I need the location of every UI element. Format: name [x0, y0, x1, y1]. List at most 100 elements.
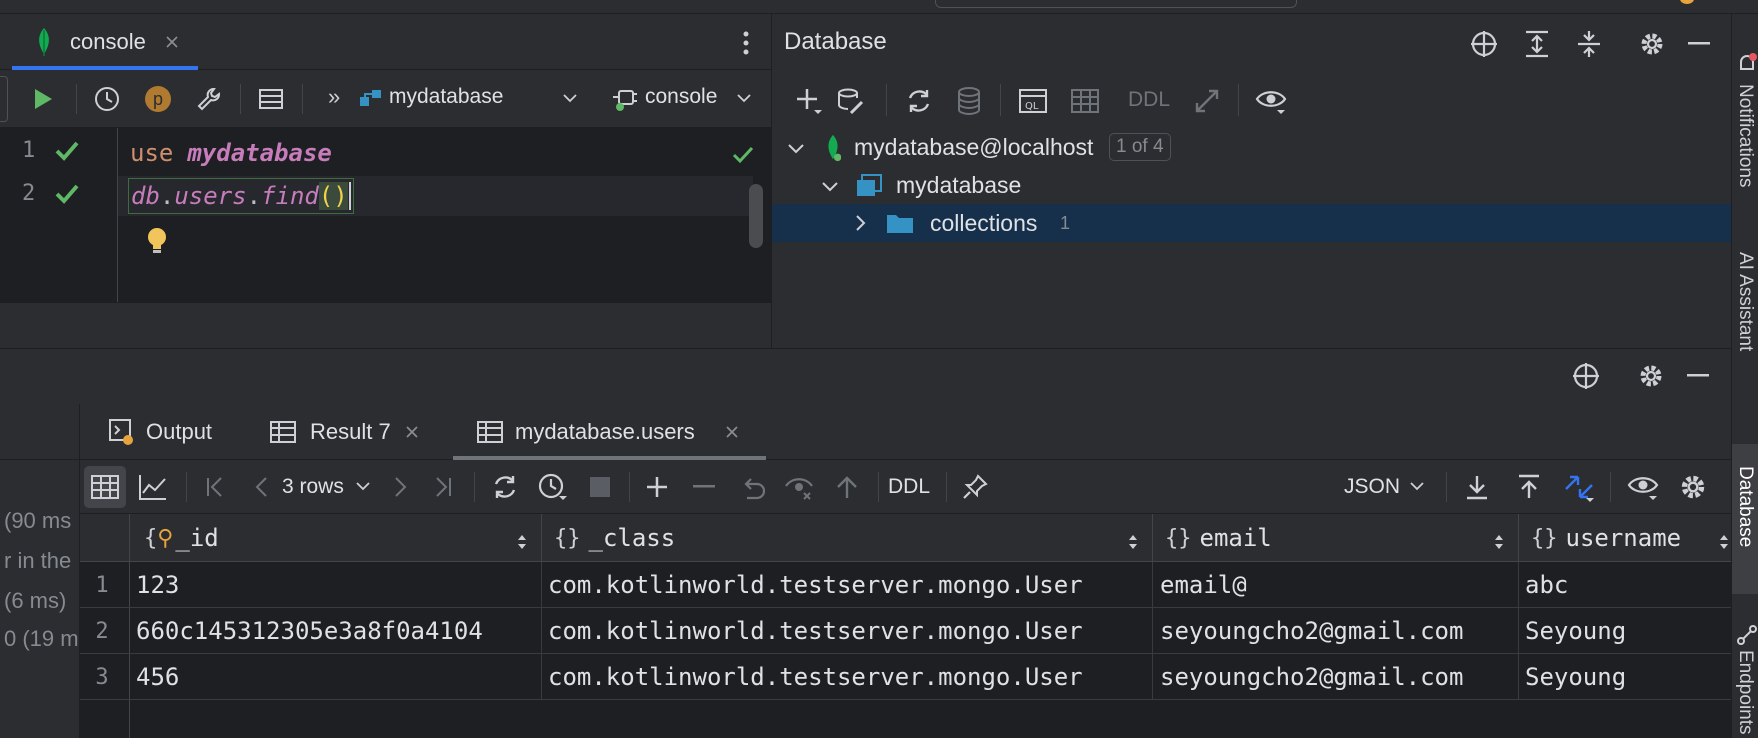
- run-icon[interactable]: [28, 84, 58, 114]
- chevron-down-icon[interactable]: [353, 476, 373, 496]
- column-header-label: username: [1565, 524, 1682, 552]
- sort-icon[interactable]: [1719, 529, 1729, 557]
- cell-id[interactable]: 123: [136, 562, 536, 608]
- cell-username[interactable]: Seyoung: [1525, 608, 1725, 654]
- upload-icon[interactable]: [1512, 470, 1546, 504]
- output-icon: [106, 416, 136, 448]
- refresh-icon[interactable]: [902, 84, 936, 118]
- table-view-icon[interactable]: [84, 466, 126, 508]
- dot: .: [159, 182, 175, 210]
- profile-icon[interactable]: p: [143, 84, 173, 114]
- editor-scrollbar[interactable]: [749, 184, 763, 248]
- tab-result-7[interactable]: Result 7: [266, 404, 446, 460]
- compare-icon[interactable]: [1562, 470, 1596, 504]
- search-field-edge[interactable]: [935, 0, 1297, 8]
- ai-assistant-label: AI Assistant: [1735, 252, 1756, 352]
- column-header-username[interactable]: {} username: [1519, 514, 1731, 562]
- table-icon: [475, 418, 505, 446]
- cell-class[interactable]: com.kotlinworld.testserver.mongo.User: [548, 562, 1148, 608]
- chevron-right-icon[interactable]: [848, 211, 872, 235]
- table-layout-icon[interactable]: [256, 84, 286, 114]
- tab-mydatabase-users[interactable]: mydatabase.users: [453, 404, 766, 460]
- data-source-properties-icon[interactable]: [834, 84, 868, 118]
- chevron-down-icon[interactable]: [818, 174, 842, 198]
- cell-class[interactable]: com.kotlinworld.testserver.mongo.User: [548, 608, 1148, 654]
- keyword-use: use: [130, 139, 174, 167]
- history-icon[interactable]: [535, 470, 569, 504]
- sort-icon[interactable]: [1128, 529, 1138, 557]
- wrench-icon[interactable]: [194, 84, 224, 114]
- database-selector[interactable]: mydatabase: [389, 85, 503, 109]
- inspection-ok-icon[interactable]: [728, 140, 758, 170]
- add-icon[interactable]: [792, 84, 826, 118]
- lightbulb-icon[interactable]: [142, 224, 172, 258]
- cell-id[interactable]: 660c145312305e3a8f0a4104: [136, 608, 536, 654]
- chevron-down-icon[interactable]: [734, 88, 754, 108]
- column-header-id[interactable]: {⚲ _id: [130, 514, 542, 562]
- tab-console[interactable]: console: [12, 14, 198, 70]
- cell-username[interactable]: Seyoung: [1525, 654, 1725, 700]
- chart-view-icon[interactable]: [136, 470, 170, 504]
- more-vertical-icon[interactable]: [734, 28, 758, 58]
- close-icon[interactable]: [722, 422, 742, 442]
- column-header-class[interactable]: {} _class: [542, 514, 1153, 562]
- cell-email[interactable]: seyoungcho2@gmail.com: [1160, 654, 1515, 700]
- sort-icon[interactable]: [1494, 529, 1504, 557]
- collapse-all-icon[interactable]: [1572, 27, 1606, 61]
- query-console-icon[interactable]: QL: [1016, 84, 1050, 118]
- ai-assistant-strip-button[interactable]: AI Assistant: [1732, 252, 1758, 422]
- notifications-strip-button[interactable]: Notifications: [1732, 36, 1758, 236]
- database-label: mydatabase: [896, 172, 1022, 198]
- code-editor[interactable]: 1 2 use mydatabase db . users . find (): [0, 128, 771, 302]
- tree-node-collections[interactable]: collections 1: [772, 204, 1732, 242]
- database-strip-label: Database: [1735, 466, 1756, 548]
- history-icon[interactable]: [92, 84, 122, 114]
- eye-icon[interactable]: [1254, 84, 1288, 118]
- pin-icon[interactable]: [958, 470, 992, 504]
- minimize-icon[interactable]: [1681, 359, 1715, 393]
- ddl-button[interactable]: DDL: [888, 475, 930, 499]
- eye-icon[interactable]: [1626, 470, 1660, 504]
- tab-output[interactable]: Output: [96, 404, 246, 460]
- cell-username[interactable]: abc: [1525, 562, 1725, 608]
- more-tools-chevron[interactable]: »: [328, 84, 340, 110]
- format-selector[interactable]: JSON: [1344, 475, 1400, 499]
- chevron-down-icon[interactable]: [1407, 476, 1427, 496]
- tree-node-datasource[interactable]: mydatabase@localhost 1 of 4: [772, 128, 1732, 166]
- bell-icon: [1736, 52, 1758, 76]
- download-icon[interactable]: [1460, 470, 1494, 504]
- column-header-email[interactable]: {} email: [1153, 514, 1519, 562]
- table-row[interactable]: 1 123 com.kotlinworld.testserver.mongo.U…: [80, 562, 1731, 608]
- gear-icon[interactable]: [1676, 470, 1710, 504]
- gear-icon[interactable]: [1634, 359, 1668, 393]
- expand-all-icon[interactable]: [1520, 27, 1554, 61]
- table-row[interactable]: 2 660c145312305e3a8f0a4104 com.kotlinwor…: [80, 608, 1731, 654]
- close-icon[interactable]: [402, 422, 422, 442]
- cell-class[interactable]: com.kotlinworld.testserver.mongo.User: [548, 654, 1148, 700]
- crosshair-icon[interactable]: [1569, 359, 1603, 393]
- chevron-down-icon[interactable]: [784, 136, 808, 160]
- table-row[interactable]: 3 456 com.kotlinworld.testserver.mongo.U…: [80, 654, 1731, 700]
- sort-icon[interactable]: [517, 529, 527, 557]
- crosshair-icon[interactable]: [1467, 27, 1501, 61]
- cell-id[interactable]: 456: [136, 654, 536, 700]
- ddl-button[interactable]: DDL: [1128, 88, 1170, 112]
- tab-users-label: mydatabase.users: [515, 419, 695, 444]
- folder-icon: [885, 209, 915, 237]
- chevron-down-icon[interactable]: [560, 88, 580, 108]
- database-strip-button[interactable]: Database: [1732, 444, 1758, 594]
- endpoints-strip-button[interactable]: Endpoints: [1732, 624, 1758, 738]
- console-selector[interactable]: console: [645, 85, 717, 109]
- close-icon[interactable]: [162, 32, 182, 52]
- cell-email[interactable]: seyoungcho2@gmail.com: [1160, 608, 1515, 654]
- gear-icon[interactable]: [1635, 27, 1669, 61]
- cell-email[interactable]: email@: [1160, 562, 1515, 608]
- reload-icon[interactable]: [488, 470, 522, 504]
- results-grid[interactable]: {⚲ _id {} _class {} email {} username 1 …: [80, 514, 1731, 738]
- minimize-icon[interactable]: [1682, 27, 1716, 61]
- identifier-db: db: [131, 182, 160, 210]
- row-count-selector[interactable]: 3 rows: [282, 475, 344, 499]
- datasource-badge[interactable]: 1 of 4: [1109, 133, 1171, 161]
- add-row-icon[interactable]: [640, 470, 674, 504]
- tree-node-database[interactable]: mydatabase: [772, 166, 1732, 204]
